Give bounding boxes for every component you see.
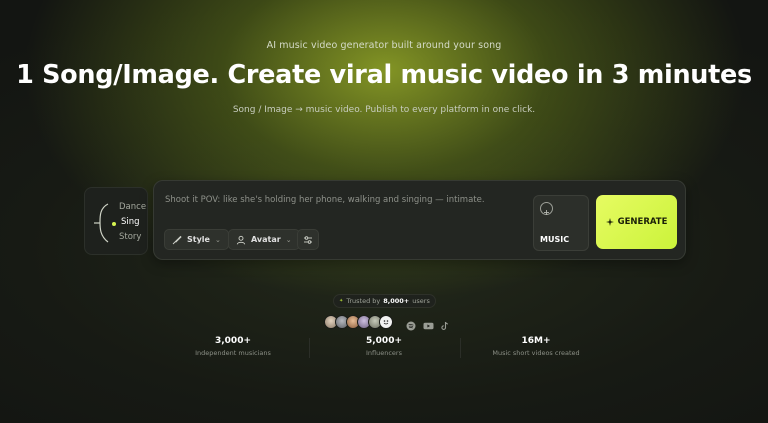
hero-subtitle: Song / Image → music video. Publish to e…	[232, 105, 536, 115]
stat-label: Independent musicians	[195, 349, 271, 357]
plus-icon	[540, 202, 553, 215]
stat-influencers: 5,000+ Influencers	[309, 336, 459, 357]
generate-label: GENERATE	[617, 217, 668, 227]
social-icons	[406, 316, 450, 331]
trusted-badge: ✦ Trusted by 8,000+ users	[333, 294, 436, 308]
tiktok-icon[interactable]	[440, 316, 450, 330]
stat-value: 3,000+	[214, 336, 251, 346]
music-label: MUSIC	[540, 235, 570, 244]
trusted-suffix: users	[412, 297, 430, 305]
mode-bracket-icon	[94, 203, 109, 243]
chevron-down-icon: ⌄	[285, 235, 292, 244]
mode-sing[interactable]: Sing	[121, 217, 140, 227]
stat-label: Music short videos created	[492, 349, 580, 357]
leaf-icon: ✦	[339, 298, 344, 304]
music-upload-button[interactable]: MUSIC	[533, 195, 589, 251]
stat-label: Influencers	[365, 349, 402, 357]
stat-musicians: 3,000+ Independent musicians	[158, 336, 308, 357]
sparkle-icon	[605, 218, 614, 226]
hero-title: 1 Song/Image. Create viral music video i…	[16, 60, 752, 90]
settings-button[interactable]	[297, 229, 319, 250]
stat-value: 5,000+	[365, 336, 402, 346]
trusted-count: 8,000+	[383, 297, 410, 305]
mode-selector[interactable]: Dance Sing Story	[84, 187, 148, 255]
chevron-down-icon: ⌄	[214, 235, 221, 244]
prompt-card: Shoot it POV: like she's holding her pho…	[153, 180, 686, 260]
smiley-avatar	[379, 315, 393, 329]
avatar-dropdown[interactable]: Avatar ⌄	[228, 229, 300, 250]
spotify-icon[interactable]	[406, 316, 416, 331]
mode-story[interactable]: Story	[119, 232, 141, 242]
brush-icon	[172, 235, 182, 244]
stat-value: 16M+	[521, 336, 551, 346]
user-avatars	[324, 315, 393, 330]
generate-button[interactable]: GENERATE	[596, 195, 677, 249]
style-label: Style	[187, 235, 210, 244]
sliders-icon	[304, 235, 312, 244]
mode-selected-dot	[112, 222, 116, 226]
stat-videos: 16M+ Music short videos created	[461, 336, 611, 357]
mode-dance[interactable]: Dance	[119, 202, 146, 212]
user-icon	[236, 235, 246, 244]
youtube-icon[interactable]	[423, 316, 434, 330]
style-dropdown[interactable]: Style ⌄	[164, 229, 229, 250]
trusted-prefix: Trusted by	[346, 297, 381, 305]
prompt-input[interactable]: Shoot it POV: like she's holding her pho…	[165, 195, 485, 205]
avatar-label: Avatar	[251, 235, 281, 244]
hero-eyebrow: AI music video generator built around yo…	[266, 40, 502, 51]
